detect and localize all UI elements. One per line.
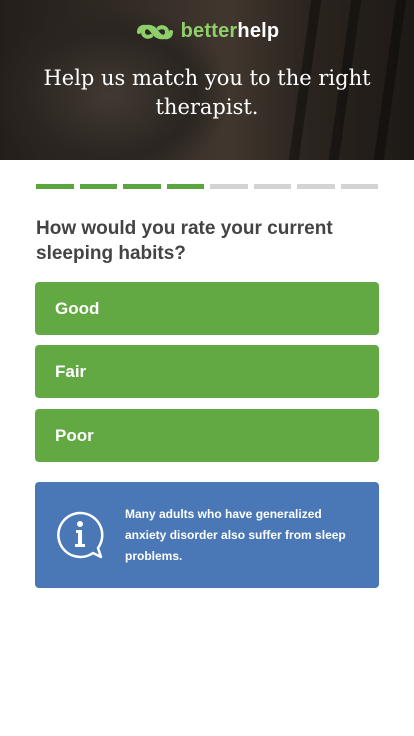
question-text: How would you rate your current sleeping… bbox=[36, 218, 333, 264]
progress-segment bbox=[79, 184, 117, 189]
option-good-button[interactable]: Good bbox=[35, 282, 379, 335]
progress-bar bbox=[36, 184, 378, 190]
progress-segment bbox=[340, 184, 378, 189]
page-title: Help us match you to the right therapist… bbox=[43, 66, 371, 119]
option-fair-button[interactable]: Fair bbox=[35, 345, 379, 398]
option-poor-button[interactable]: Poor bbox=[35, 409, 379, 462]
betterhelp-logo[interactable]: betterhelp bbox=[0, 20, 414, 43]
progress-segment bbox=[253, 184, 291, 189]
info-icon bbox=[57, 511, 104, 559]
progress-segment bbox=[210, 184, 248, 189]
logo-icon bbox=[136, 24, 173, 39]
progress-segment bbox=[36, 184, 74, 189]
info-text: Many adults who have generalized anxiety… bbox=[125, 507, 346, 563]
hero-banner: betterhelp Help us match you to the righ… bbox=[0, 0, 414, 160]
progress-segment bbox=[297, 184, 335, 189]
logo-wordmark: betterhelp bbox=[180, 20, 280, 42]
info-box: Many adults who have generalized anxiety… bbox=[35, 482, 379, 588]
progress-segment bbox=[123, 184, 161, 189]
progress-segment bbox=[166, 184, 204, 189]
